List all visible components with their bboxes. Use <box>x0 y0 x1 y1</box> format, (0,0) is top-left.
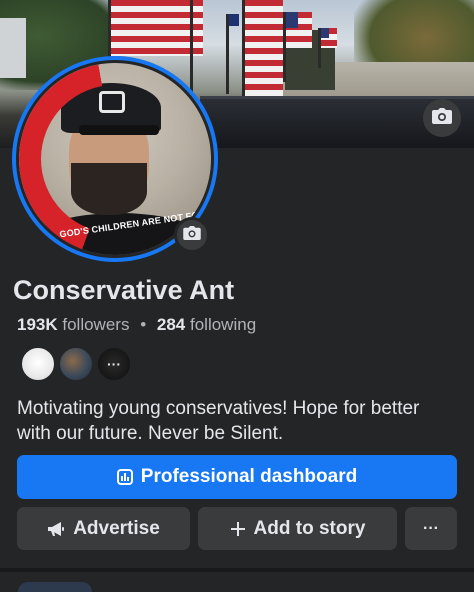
add-to-story-button[interactable]: Add to story <box>198 507 397 550</box>
profile-bio: Motivating young conservatives! Hope for… <box>17 398 420 444</box>
camera-icon <box>183 225 201 245</box>
follower-avatar <box>20 346 56 382</box>
advertise-button[interactable]: Advertise <box>17 507 190 550</box>
avatar-camera-button[interactable] <box>174 217 210 253</box>
more-followers-indicator: ··· <box>96 346 132 382</box>
professional-dashboard-button[interactable]: Professional dashboard <box>17 455 457 499</box>
follower-avatar <box>58 346 94 382</box>
bar-chart-icon <box>116 469 133 485</box>
profile-page: GOD'S CHILDREN ARE NOT FOR SALE Conserva… <box>0 0 474 592</box>
more-dots-icon: ··· <box>107 356 121 372</box>
cover-camera-button[interactable] <box>423 99 461 137</box>
more-options-button[interactable]: ··· <box>405 507 457 550</box>
stats-separator: • <box>140 315 147 334</box>
plus-icon <box>230 521 246 537</box>
professional-dashboard-label: Professional dashboard <box>140 466 358 487</box>
profile-name: Conservative Ant <box>13 275 235 305</box>
advertise-label: Advertise <box>73 517 160 539</box>
add-to-story-label: Add to story <box>253 517 366 539</box>
profile-stats: 193K followers • 284 following <box>17 315 256 335</box>
following-link[interactable]: 284 following <box>157 315 256 334</box>
camera-icon <box>432 107 452 129</box>
tab-chip[interactable] <box>18 582 92 592</box>
followers-link[interactable]: 193K followers <box>17 315 129 334</box>
section-divider <box>0 568 474 572</box>
more-options-icon: ··· <box>423 519 439 537</box>
megaphone-icon <box>47 521 65 537</box>
